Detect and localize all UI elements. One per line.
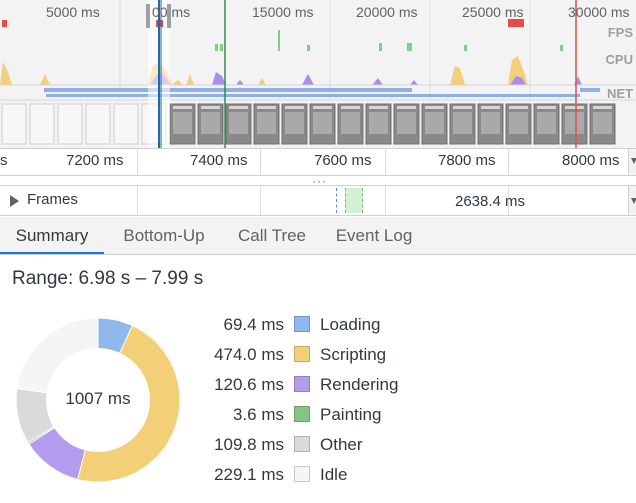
legend-name: Idle bbox=[320, 465, 348, 484]
legend-name: Painting bbox=[320, 405, 382, 424]
legend-swatch bbox=[294, 406, 310, 422]
tab-call-tree[interactable]: Call Tree bbox=[224, 217, 320, 254]
legend-value: 109.8 ms bbox=[214, 435, 284, 454]
legend-name: Rendering bbox=[320, 375, 399, 394]
panel-splitter[interactable]: ··· bbox=[0, 174, 636, 188]
tab-summary[interactable]: Summary bbox=[0, 217, 104, 254]
overview-graph bbox=[0, 0, 636, 148]
screenshot-thumbnails bbox=[169, 103, 616, 145]
frame-block[interactable] bbox=[345, 188, 363, 213]
cpu-label: CPU bbox=[605, 52, 633, 67]
legend-name: Other bbox=[320, 435, 363, 454]
overview-tick: 15000 ms bbox=[252, 4, 314, 20]
ruler-tick: 7200 ms bbox=[66, 152, 124, 169]
overview-tick: 25000 ms bbox=[462, 4, 524, 20]
ruler-tick: 7400 ms bbox=[190, 152, 248, 169]
legend-value: 69.4 ms bbox=[223, 315, 284, 334]
ruler-tick: 7800 ms bbox=[438, 152, 496, 169]
frames-track-label: Frames bbox=[27, 191, 78, 208]
overview-tick: 00 ms bbox=[152, 4, 191, 20]
net-track bbox=[44, 88, 600, 97]
legend-row-rendering: 120.6 ms Rendering bbox=[180, 375, 420, 405]
legend-row-loading: 69.4 ms Loading bbox=[180, 315, 420, 345]
tab-bottom-up[interactable]: Bottom-Up bbox=[106, 217, 222, 254]
tab-event-log[interactable]: Event Log bbox=[322, 217, 426, 254]
legend-row-scripting: 474.0 ms Scripting bbox=[180, 345, 420, 375]
legend-row-other: 109.8 ms Other bbox=[180, 435, 420, 465]
legend-swatch bbox=[294, 466, 310, 482]
timeline-overview[interactable]: 5000 ms 00 ms 15000 ms 20000 ms 25000 ms… bbox=[0, 0, 636, 148]
details-tab-bar: Summary Bottom-Up Call Tree Event Log bbox=[0, 217, 636, 255]
legend-value: 229.1 ms bbox=[214, 465, 284, 484]
ruler-tick: s bbox=[0, 152, 8, 169]
ruler-tick: 7600 ms bbox=[314, 152, 372, 169]
legend-swatch bbox=[294, 376, 310, 392]
fps-track bbox=[2, 19, 563, 51]
total-duration: 1007 ms bbox=[65, 389, 131, 408]
fps-label: FPS bbox=[607, 25, 633, 40]
legend-swatch bbox=[294, 346, 310, 362]
scroll-arrow-icon[interactable] bbox=[628, 149, 636, 175]
net-label: NET bbox=[607, 86, 633, 101]
legend-swatch bbox=[294, 316, 310, 332]
legend-name: Scripting bbox=[320, 345, 387, 364]
ruler-tick: 8000 ms bbox=[562, 152, 620, 169]
screenshot-filmstrip bbox=[0, 102, 168, 146]
frame-duration: 2638.4 ms bbox=[455, 193, 526, 210]
cpu-track bbox=[0, 56, 582, 85]
range-label: Range: 6.98 s – 7.99 s bbox=[12, 268, 204, 289]
frames-track[interactable]: Frames 2638.4 ms bbox=[0, 186, 636, 216]
selection-left-handle[interactable] bbox=[146, 4, 150, 28]
overview-tick: 30000 ms bbox=[568, 4, 630, 20]
time-ruler[interactable]: s 7200 ms 7400 ms 7600 ms 7800 ms 8000 m… bbox=[0, 148, 636, 176]
legend-value: 3.6 ms bbox=[232, 405, 284, 424]
frame-marker bbox=[336, 188, 337, 213]
legend-row-painting: 3.6 ms Painting bbox=[180, 405, 420, 435]
expand-triangle-icon[interactable] bbox=[10, 195, 19, 207]
legend-value: 120.6 ms bbox=[214, 375, 284, 394]
overview-tick: 5000 ms bbox=[46, 4, 100, 20]
legend-swatch bbox=[294, 436, 310, 452]
scroll-arrow-icon[interactable] bbox=[628, 186, 636, 215]
legend-name: Loading bbox=[320, 315, 381, 334]
overview-tick: 20000 ms bbox=[356, 4, 418, 20]
legend-row-idle: 229.1 ms Idle bbox=[180, 465, 420, 495]
legend-value: 474.0 ms bbox=[214, 345, 284, 364]
